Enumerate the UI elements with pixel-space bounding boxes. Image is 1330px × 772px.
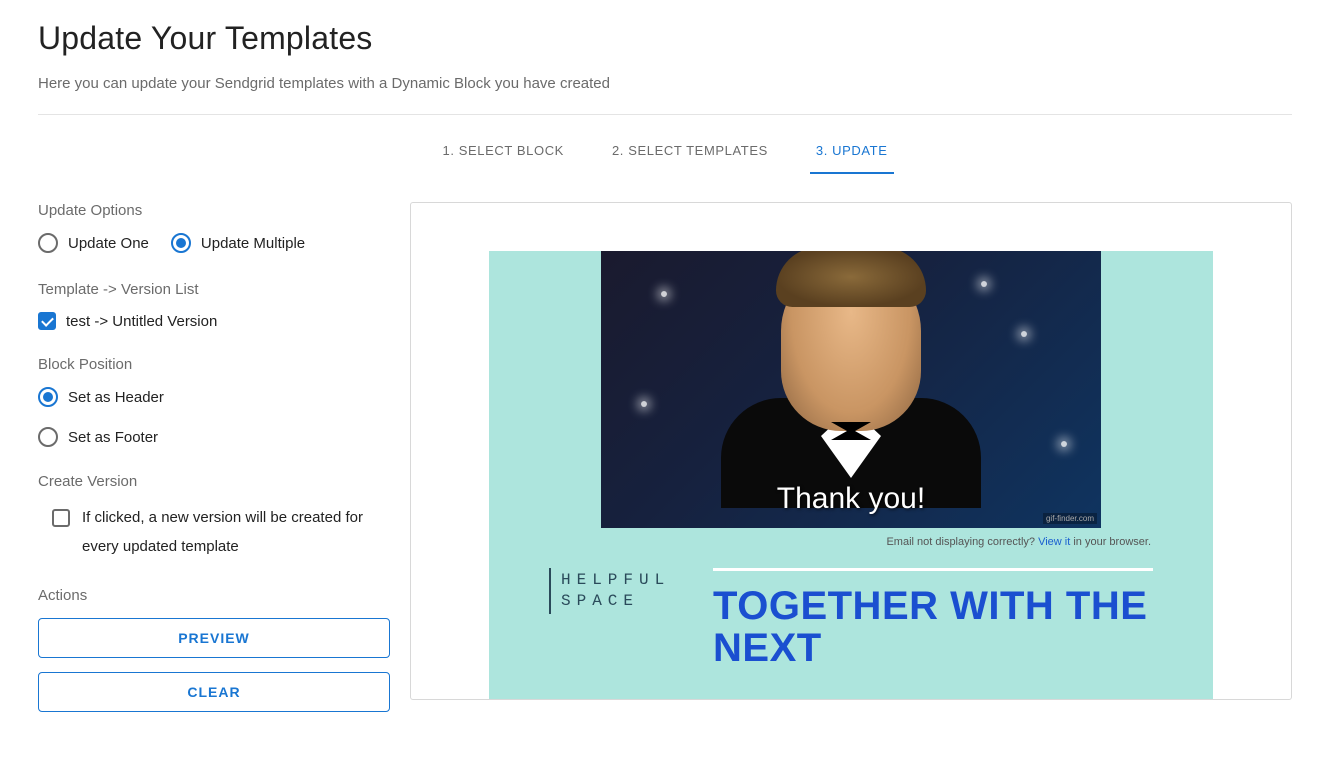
email-preview-panel[interactable]: Thank you! gif-finder.com Email not disp… <box>410 202 1292 700</box>
logo-line2: SPACE <box>561 591 689 612</box>
checkbox-icon <box>52 509 70 527</box>
radio-set-footer[interactable]: Set as Footer <box>38 427 390 447</box>
wizard-tabs: 1. SELECT BLOCK 2. SELECT TEMPLATES 3. U… <box>38 133 1292 174</box>
tab-select-templates[interactable]: 2. SELECT TEMPLATES <box>606 133 774 174</box>
tab-select-block[interactable]: 1. SELECT BLOCK <box>436 133 569 174</box>
page-title: Update Your Templates <box>38 20 1292 57</box>
radio-update-multiple[interactable]: Update Multiple <box>171 233 305 253</box>
view-browser-post: in your browser. <box>1070 536 1151 548</box>
block-position-label: Block Position <box>38 356 390 373</box>
update-options-label: Update Options <box>38 202 390 219</box>
radio-update-one[interactable]: Update One <box>38 233 149 253</box>
create-version-label: Create Version <box>38 473 390 490</box>
page-subtitle: Here you can update your Sendgrid templa… <box>38 75 1292 92</box>
email-logo: HELPFUL SPACE <box>549 568 689 614</box>
view-browser-pre: Email not displaying correctly? <box>886 536 1038 548</box>
clear-button[interactable]: CLEAR <box>38 672 390 712</box>
headline-rule <box>713 568 1153 571</box>
template-version-checkbox[interactable]: test -> Untitled Version <box>38 312 390 330</box>
radio-label: Update Multiple <box>201 235 305 252</box>
checkbox-label: test -> Untitled Version <box>66 313 217 330</box>
hero-image: Thank you! gif-finder.com <box>601 251 1101 528</box>
radio-icon <box>38 427 58 447</box>
view-browser-link[interactable]: View it <box>1038 536 1070 548</box>
checkbox-icon <box>38 312 56 330</box>
radio-icon <box>38 233 58 253</box>
email-headline: TOGETHER WITH THE NEXT <box>713 585 1153 669</box>
radio-label: Set as Footer <box>68 429 158 446</box>
radio-icon <box>38 387 58 407</box>
hero-caption: Thank you! <box>601 482 1101 516</box>
options-panel: Update Options Update One Update Multipl… <box>38 202 390 752</box>
create-version-checkbox[interactable]: If clicked, a new version will be create… <box>38 504 390 561</box>
radio-set-header[interactable]: Set as Header <box>38 387 390 407</box>
actions-label: Actions <box>38 587 390 604</box>
watermark: gif-finder.com <box>1043 513 1097 524</box>
divider <box>38 114 1292 115</box>
preview-button[interactable]: PREVIEW <box>38 618 390 658</box>
radio-icon <box>171 233 191 253</box>
radio-label: Set as Header <box>68 389 164 406</box>
email-body: Thank you! gif-finder.com Email not disp… <box>489 251 1213 700</box>
version-list-label: Template -> Version List <box>38 281 390 298</box>
tab-update[interactable]: 3. UPDATE <box>810 133 894 174</box>
view-in-browser: Email not displaying correctly? View it … <box>489 528 1213 568</box>
logo-line1: HELPFUL <box>561 570 689 591</box>
radio-label: Update One <box>68 235 149 252</box>
checkbox-label: If clicked, a new version will be create… <box>82 504 390 561</box>
